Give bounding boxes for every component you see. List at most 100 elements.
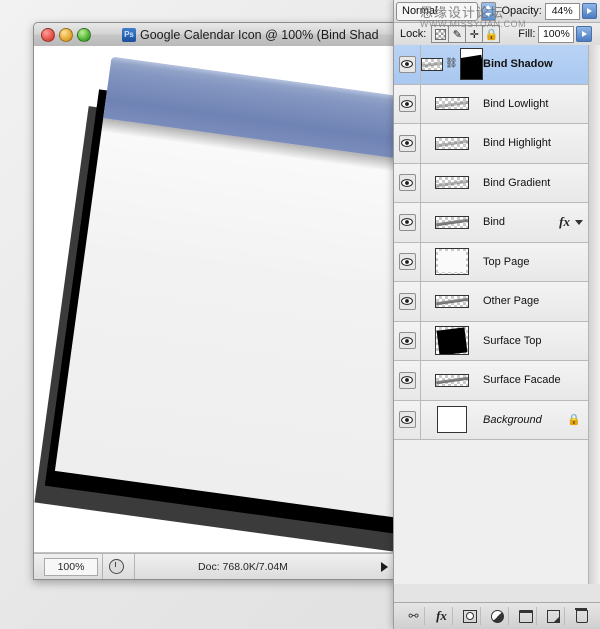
layer-thumbnail[interactable] [421,57,444,71]
status-bar: 100% Doc: 768.0K/7.04M [34,553,398,579]
thumbnail-streak [436,140,468,148]
fill-slider-arrow-icon[interactable] [576,26,593,42]
thumbnail-streak [422,61,443,68]
layer-thumbnail[interactable] [435,215,469,229]
layer-thumbnail[interactable] [437,406,467,434]
fx-icon[interactable]: fx [559,214,570,230]
layer-visibility-toggle[interactable] [394,84,421,123]
lock-position-icon[interactable]: ✛ [466,25,484,43]
new-group-icon[interactable] [516,607,537,625]
layer-mask-thumbnail[interactable] [459,48,483,81]
layer-visibility-toggle[interactable] [394,282,421,321]
layer-row[interactable]: Other Page [394,282,589,322]
layer-visibility-toggle[interactable] [394,163,421,202]
layer-thumbnail-cell[interactable]: ⛓ [421,48,483,81]
layer-name[interactable]: Bind Highlight [483,137,589,149]
layer-row[interactable]: Surface Top [394,321,589,361]
opacity-slider-arrow-icon[interactable] [581,3,597,19]
eye-icon [398,55,416,73]
layer-thumbnail-cell[interactable] [421,406,483,434]
document-window: Ps Google Calendar Icon @ 100% (Bind Sha… [33,22,399,580]
new-layer-icon[interactable] [544,607,565,625]
blend-mode-select[interactable]: Normal [396,1,478,21]
lock-label: Lock: [400,28,427,40]
photoshop-icon: Ps [122,27,136,42]
layer-row[interactable]: Top Page [394,242,589,282]
layer-thumbnail-cell[interactable] [421,326,483,356]
layer-name[interactable]: Bind Lowlight [483,98,589,110]
layer-thumbnail-cell[interactable] [421,215,483,229]
layer-thumbnail-cell[interactable] [421,97,483,111]
layer-row[interactable]: Bind Gradient [394,163,589,203]
fill-value-field[interactable]: 100% [538,25,575,43]
opacity-label: Opacity: [501,5,542,17]
layer-thumbnail[interactable] [435,136,469,150]
eye-icon [398,332,416,350]
layer-name[interactable]: Background [483,414,567,426]
layer-row[interactable]: Background 🔒 [394,400,589,440]
opacity-value-field[interactable]: 44% [544,2,580,20]
layer-name[interactable]: Surface Top [483,335,589,347]
layer-name[interactable]: Top Page [483,256,589,268]
layer-name[interactable]: Bind Gradient [483,177,589,189]
layer-visibility-toggle[interactable] [394,124,421,163]
status-divider [102,554,103,579]
layer-lock-icon: 🔒 [567,414,581,427]
eye-icon [398,411,416,429]
zoom-level-field[interactable]: 100% [44,557,98,576]
clock-icon[interactable] [109,559,124,574]
layer-row[interactable]: Bind Lowlight [394,84,589,124]
lock-all-icon[interactable]: 🔒 [483,25,501,43]
layers-scrollbar[interactable] [588,45,600,584]
layer-thumbnail-cell[interactable] [421,294,483,308]
eye-icon [398,371,416,389]
layer-thumbnail[interactable] [435,326,469,356]
layer-thumbnail-cell[interactable] [421,373,483,387]
close-button[interactable] [41,28,55,42]
canvas-area[interactable] [34,46,398,553]
link-layers-icon[interactable]: ⚯ [404,607,425,625]
layer-mask-icon[interactable] [460,607,481,625]
layer-thumbnail[interactable] [435,248,469,276]
layer-visibility-toggle[interactable] [394,45,421,84]
eye-icon [398,95,416,113]
layer-thumbnail[interactable] [435,176,469,190]
zoom-button[interactable] [77,28,91,42]
layer-style-fx-icon[interactable]: fx [432,607,453,625]
layer-name[interactable]: Bind [483,216,559,228]
layer-row[interactable]: Bind Highlight [394,124,589,164]
chevron-down-icon[interactable] [575,219,583,225]
layer-thumbnail[interactable] [435,97,469,111]
window-title-text: Google Calendar Icon @ 100% (Bind Shad [140,27,379,42]
lock-transparency-icon[interactable] [431,25,450,43]
layer-row[interactable]: ⛓ Bind Shadow [394,45,589,85]
eye-icon [398,213,416,231]
thumbnail-streak [436,377,468,385]
layer-name[interactable]: Surface Facade [483,374,589,386]
layer-thumbnail[interactable] [435,373,469,387]
delete-layer-icon[interactable] [572,607,592,625]
layer-visibility-toggle[interactable] [394,242,421,281]
layer-visibility-toggle[interactable] [394,321,421,360]
layer-visibility-toggle[interactable] [394,203,421,242]
layer-thumbnail-cell[interactable] [421,176,483,190]
layer-visibility-toggle[interactable] [394,361,421,400]
layer-link-icon[interactable]: ⛓ [445,59,458,69]
layer-visibility-toggle[interactable] [394,400,421,439]
minimize-button[interactable] [59,28,73,42]
layer-row[interactable]: Surface Facade [394,361,589,401]
layer-thumbnail-cell[interactable] [421,136,483,150]
opacity-stepper[interactable] [481,1,496,21]
stepper-down-icon [485,13,492,18]
lock-pixels-icon[interactable]: ✎ [449,25,467,43]
layer-name[interactable]: Other Page [483,295,589,307]
layer-name[interactable]: Bind Shadow [483,58,589,70]
layers-bottom-toolbar: ⚯ fx [394,602,600,629]
window-controls [41,28,91,42]
status-expand-arrow-icon[interactable] [381,561,388,572]
window-title-bar[interactable]: Ps Google Calendar Icon @ 100% (Bind Sha… [34,23,398,47]
layer-thumbnail-cell[interactable] [421,248,483,276]
layer-thumbnail[interactable] [435,294,469,308]
layer-row[interactable]: Bind fx [394,203,589,243]
adjustment-layer-icon[interactable] [488,607,509,625]
